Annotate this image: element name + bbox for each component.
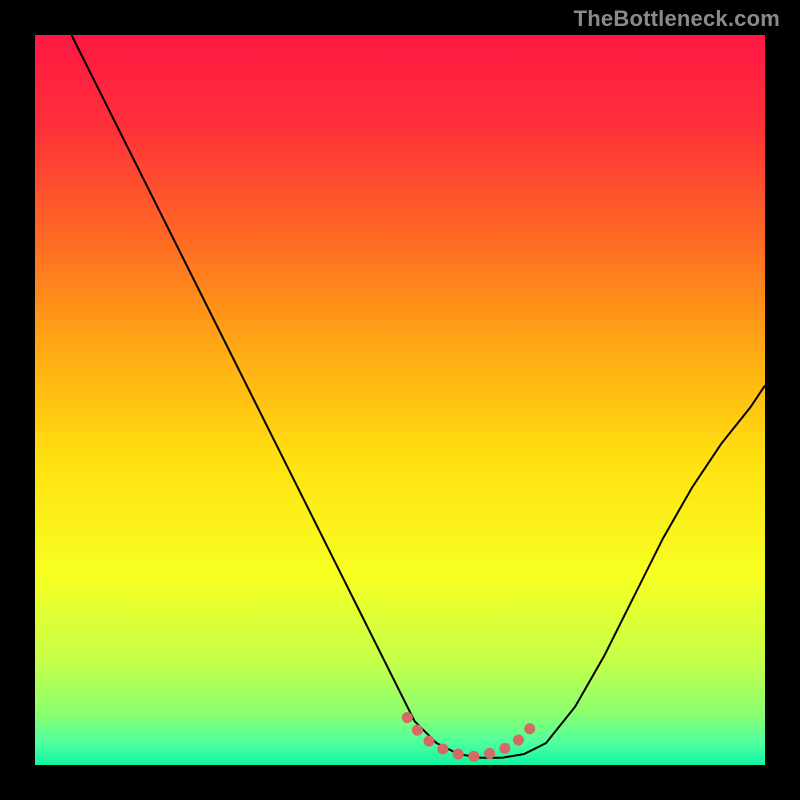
chart-background — [35, 35, 765, 765]
chart-svg — [35, 35, 765, 765]
watermark-text: TheBottleneck.com — [574, 6, 780, 32]
chart-frame: TheBottleneck.com — [0, 0, 800, 800]
plot-area — [35, 35, 765, 765]
